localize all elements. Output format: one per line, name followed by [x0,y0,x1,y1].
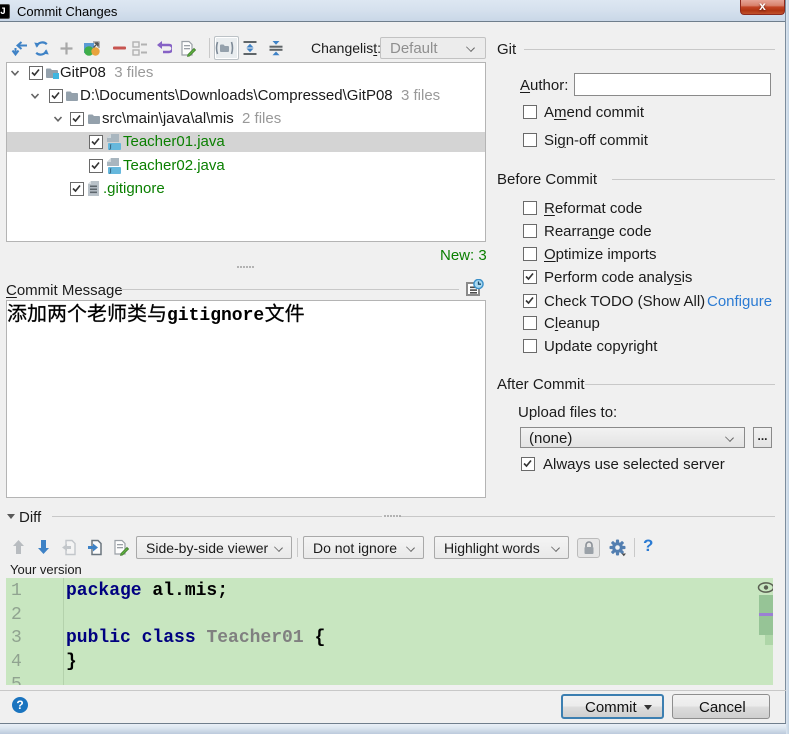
svg-text:J: J [109,167,112,174]
svg-text:gitignore: gitignore [167,306,264,326]
svg-text:J: J [109,144,112,151]
